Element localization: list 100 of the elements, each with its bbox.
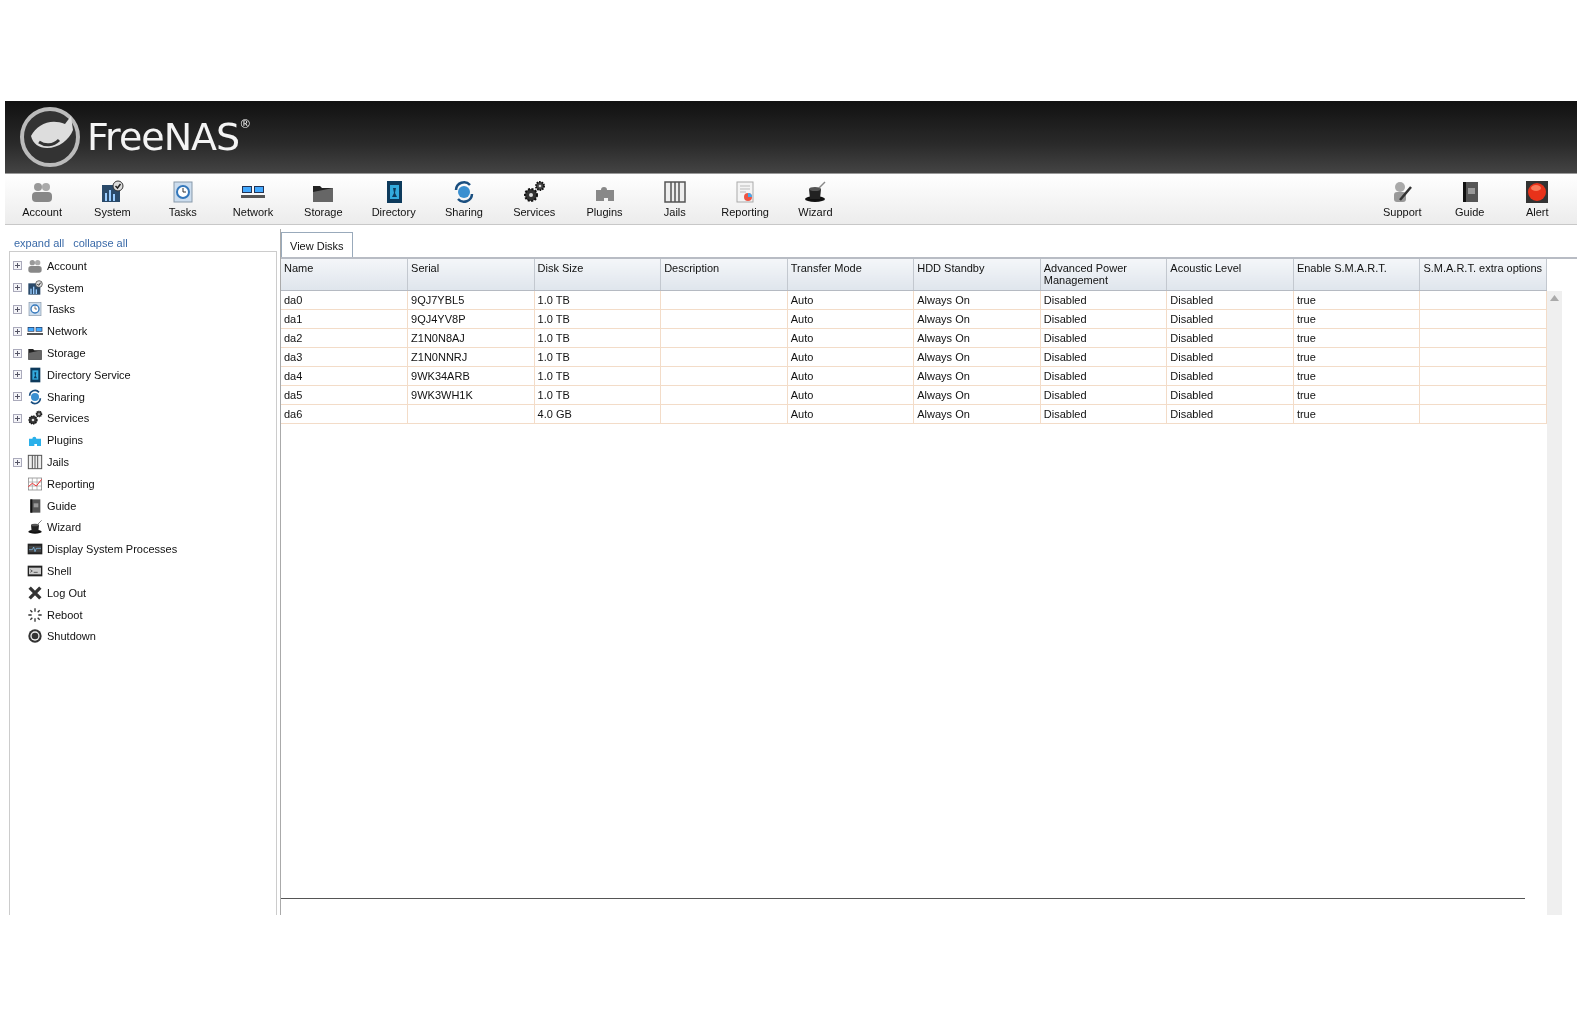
tree-item[interactable]: Log Out bbox=[27, 584, 89, 601]
toolbar-button[interactable]: Alert bbox=[1503, 174, 1571, 224]
tree-item[interactable]: Services bbox=[27, 410, 92, 427]
tree-item[interactable]: System bbox=[27, 279, 86, 296]
tree-item[interactable]: Display System Processes bbox=[27, 541, 180, 558]
tab[interactable]: View Disks bbox=[281, 232, 353, 257]
tree-item[interactable]: Wizard bbox=[27, 519, 84, 536]
tree-item[interactable]: Guide bbox=[27, 497, 79, 514]
toolbar-button[interactable]: Account bbox=[7, 174, 78, 224]
table-cell: Disabled bbox=[1166, 404, 1294, 424]
table-cell: 9QJ4YV8P bbox=[407, 309, 535, 329]
table-cell: Always On bbox=[913, 347, 1041, 367]
column-header[interactable]: Disk Size bbox=[534, 259, 661, 291]
toolbar-button[interactable]: Reporting bbox=[709, 174, 781, 224]
bars-icon bbox=[662, 180, 687, 204]
tree-item[interactable]: Account bbox=[27, 257, 89, 274]
table-cell: 1.0 TB bbox=[534, 328, 661, 348]
table-cell: 1.0 TB bbox=[534, 290, 661, 310]
expand-toggle[interactable] bbox=[13, 370, 22, 380]
tree-item[interactable]: Plugins bbox=[27, 432, 86, 449]
tree-item[interactable]: Shutdown bbox=[27, 628, 98, 645]
table-cell: true bbox=[1293, 290, 1420, 310]
scrollbar[interactable] bbox=[1547, 291, 1562, 915]
expand-toggle[interactable] bbox=[13, 413, 22, 423]
column-header[interactable]: Transfer Mode bbox=[787, 259, 914, 291]
column-header[interactable]: Name bbox=[281, 259, 408, 291]
tree-item[interactable]: Storage bbox=[27, 345, 88, 362]
table-cell: true bbox=[1293, 404, 1420, 424]
toolbar-button[interactable]: Directory bbox=[358, 174, 429, 224]
table-cell: Disabled bbox=[1166, 385, 1294, 405]
alert-light-icon bbox=[1525, 180, 1550, 204]
toolbar-button[interactable]: Jails bbox=[639, 174, 710, 224]
expand-toggle[interactable] bbox=[13, 261, 22, 271]
column-header[interactable]: Acoustic Level bbox=[1166, 259, 1294, 291]
table-cell: Disabled bbox=[1166, 366, 1294, 386]
toolbar-button[interactable]: Support bbox=[1368, 174, 1436, 224]
table-cell: 9QJ7YBL5 bbox=[407, 290, 535, 310]
tree-item[interactable]: Reporting bbox=[27, 475, 97, 492]
tree-item[interactable]: Network bbox=[27, 323, 90, 340]
logo-icon bbox=[17, 106, 83, 168]
tree-item[interactable]: Directory Service bbox=[27, 366, 133, 383]
table-cell: Always On bbox=[913, 385, 1041, 405]
tree-item[interactable]: Tasks bbox=[27, 301, 78, 318]
column-header[interactable]: Serial bbox=[407, 259, 535, 291]
table-cell: Always On bbox=[913, 366, 1041, 386]
table-cell: Disabled bbox=[1166, 309, 1294, 329]
clock-icon bbox=[27, 301, 43, 318]
table-cell: Disabled bbox=[1166, 290, 1294, 310]
table-cell: da6 bbox=[281, 404, 408, 424]
table-cell: da5 bbox=[281, 385, 408, 405]
table-cell: Disabled bbox=[1040, 328, 1167, 348]
table-cell: 1.0 TB bbox=[534, 385, 661, 405]
toolbar-button[interactable]: Services bbox=[499, 174, 570, 224]
table-cell: Disabled bbox=[1166, 347, 1294, 367]
table-cell: Always On bbox=[913, 290, 1041, 310]
chart-icon bbox=[100, 180, 125, 204]
bars-icon bbox=[27, 454, 43, 471]
expand-toggle[interactable] bbox=[13, 348, 22, 358]
toolbar-button[interactable]: Plugins bbox=[569, 174, 640, 224]
expand-toggle[interactable] bbox=[13, 457, 22, 467]
table-cell: Auto bbox=[787, 366, 914, 386]
tree-item[interactable]: Sharing bbox=[27, 388, 87, 405]
toolbar-button[interactable]: Wizard bbox=[780, 174, 851, 224]
table-cell: Auto bbox=[787, 328, 914, 348]
toolbar-button[interactable]: System bbox=[77, 174, 148, 224]
column-header[interactable]: Description bbox=[660, 259, 788, 291]
table-cell: true bbox=[1293, 309, 1420, 329]
tree-item[interactable]: Jails bbox=[27, 454, 71, 471]
toolbar-button[interactable]: Network bbox=[217, 174, 289, 224]
expand-toggle[interactable] bbox=[13, 326, 22, 336]
table-cell: 1.0 TB bbox=[534, 309, 661, 329]
expand-toggle[interactable] bbox=[13, 392, 22, 402]
tree-link[interactable]: collapse all bbox=[73, 237, 128, 251]
table-cell: Disabled bbox=[1040, 366, 1167, 386]
table-cell: Z1N0NNRJ bbox=[407, 347, 535, 367]
table-cell: 4.0 GB bbox=[534, 404, 661, 424]
column-header[interactable]: S.M.A.R.T. extra options bbox=[1419, 259, 1547, 291]
tree-item[interactable]: Reboot bbox=[27, 606, 85, 623]
table-cell: Disabled bbox=[1040, 309, 1167, 329]
table-cell: da4 bbox=[281, 366, 408, 386]
expand-toggle[interactable] bbox=[13, 283, 22, 293]
table-cell: Disabled bbox=[1040, 347, 1167, 367]
table-cell: Auto bbox=[787, 404, 914, 424]
table-cell: true bbox=[1293, 385, 1420, 405]
users-icon bbox=[30, 180, 55, 204]
column-header[interactable]: Enable S.M.A.R.T. bbox=[1293, 259, 1420, 291]
toolbar-button[interactable]: Guide bbox=[1436, 174, 1504, 224]
clock-icon bbox=[170, 180, 195, 204]
table-cell: true bbox=[1293, 347, 1420, 367]
tree-link[interactable]: expand all bbox=[14, 237, 65, 251]
table-cell: da3 bbox=[281, 347, 408, 367]
book-icon bbox=[27, 497, 43, 514]
expand-toggle[interactable] bbox=[13, 305, 22, 314]
tree-item[interactable]: Shell bbox=[27, 563, 74, 580]
toolbar-button[interactable]: Tasks bbox=[147, 174, 218, 224]
column-header[interactable]: Advanced Power Management bbox=[1040, 259, 1167, 291]
column-header[interactable]: HDD Standby bbox=[913, 259, 1041, 291]
toolbar-button[interactable]: Storage bbox=[288, 174, 359, 224]
table-cell: Always On bbox=[913, 309, 1041, 329]
toolbar-button[interactable]: Sharing bbox=[428, 174, 500, 224]
